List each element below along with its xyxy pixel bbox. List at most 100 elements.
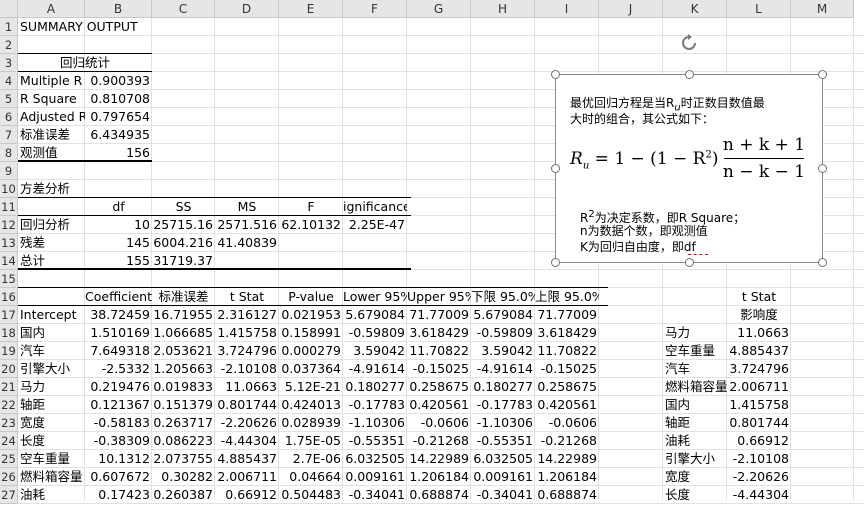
coef-value[interactable]: 2.006711 xyxy=(215,467,279,487)
coef-value[interactable]: 0.219476 xyxy=(85,377,152,397)
row-header[interactable]: 15 xyxy=(0,270,18,288)
anova-row-label[interactable]: 残差 xyxy=(18,233,85,253)
anova-header[interactable]: SS xyxy=(152,197,215,217)
ranking-value[interactable]: 1.415758 xyxy=(727,395,791,415)
anova-value[interactable] xyxy=(279,233,343,253)
coef-header[interactable]: 下限 95.0% xyxy=(471,287,535,307)
row-header[interactable]: 18 xyxy=(0,324,18,342)
ranking-value[interactable]: 0.801744 xyxy=(727,413,791,433)
coef-value[interactable]: 0.180277 xyxy=(471,377,535,397)
ranking-value[interactable]: -2.10108 xyxy=(727,449,791,469)
row-header[interactable]: 24 xyxy=(0,432,18,450)
coef-value[interactable]: 3.618429 xyxy=(407,323,471,343)
coef-value[interactable]: 2.053621 xyxy=(152,341,215,361)
coef-value[interactable]: 0.258675 xyxy=(407,377,471,397)
column-header-j[interactable]: J xyxy=(599,0,663,18)
resize-handle[interactable] xyxy=(818,258,827,267)
coef-row-label[interactable]: 燃料箱容量 xyxy=(18,467,85,487)
column-header-h[interactable]: H xyxy=(471,0,535,18)
ranking-value[interactable]: -2.20626 xyxy=(727,467,791,487)
coef-value[interactable]: -0.55351 xyxy=(471,431,535,451)
coef-value[interactable]: 11.70822 xyxy=(407,341,471,361)
row-header[interactable]: 7 xyxy=(0,126,18,144)
rotate-icon[interactable] xyxy=(680,34,698,52)
column-header-i[interactable]: I xyxy=(535,0,599,18)
coef-value[interactable]: 2.316127 xyxy=(215,305,279,325)
coef-value[interactable]: -0.15025 xyxy=(535,359,599,379)
stat-value[interactable]: 0.900393 xyxy=(85,71,152,91)
coef-value[interactable]: -1.10306 xyxy=(471,413,535,433)
coef-value[interactable]: 1.510169 xyxy=(85,323,152,343)
coef-value[interactable]: -2.10108 xyxy=(215,359,279,379)
column-header-l[interactable]: L xyxy=(727,0,791,18)
resize-handle[interactable] xyxy=(551,258,560,267)
coef-value[interactable]: 6.032505 xyxy=(471,449,535,469)
stat-label[interactable]: R Square xyxy=(18,89,85,109)
coef-value[interactable]: 2.7E-06 xyxy=(279,449,343,469)
coef-value[interactable]: -4.44304 xyxy=(215,431,279,451)
coef-value[interactable]: -0.15025 xyxy=(407,359,471,379)
select-all-corner[interactable] xyxy=(0,0,18,18)
coef-value[interactable]: 0.420561 xyxy=(407,395,471,415)
coef-value[interactable]: 0.66912 xyxy=(215,485,279,505)
coef-value[interactable]: 0.688874 xyxy=(407,485,471,505)
coef-value[interactable]: 6.032505 xyxy=(343,449,407,469)
coef-value[interactable]: -0.59809 xyxy=(343,323,407,343)
coef-value[interactable]: -2.5332 xyxy=(85,359,152,379)
coef-value[interactable]: 0.019833 xyxy=(152,377,215,397)
coef-value[interactable]: 71.77009 xyxy=(535,305,599,325)
column-header-a[interactable]: A xyxy=(18,0,85,18)
coef-value[interactable]: -0.0606 xyxy=(407,413,471,433)
coef-row-label[interactable]: 空车重量 xyxy=(18,449,85,469)
anova-value[interactable]: 10 xyxy=(85,215,152,235)
coef-value[interactable]: 0.30282 xyxy=(152,467,215,487)
ranking-value[interactable]: -4.44304 xyxy=(727,485,791,505)
column-header-k[interactable]: K xyxy=(663,0,727,18)
resize-handle[interactable] xyxy=(551,164,560,173)
coef-value[interactable]: 0.158991 xyxy=(279,323,343,343)
coef-value[interactable]: 3.59042 xyxy=(471,341,535,361)
resize-handle[interactable] xyxy=(818,70,827,79)
coef-value[interactable]: -0.21268 xyxy=(407,431,471,451)
coef-header[interactable]: Coefficients xyxy=(85,287,152,307)
coef-header[interactable]: 上限 95.0% xyxy=(535,287,599,307)
column-header-f[interactable]: F xyxy=(343,0,407,18)
anova-row-label[interactable]: 回归分析 xyxy=(18,215,85,235)
column-header-b[interactable]: B xyxy=(85,0,152,18)
row-header[interactable]: 13 xyxy=(0,234,18,252)
coef-header[interactable]: Lower 95% xyxy=(343,287,407,307)
anova-header[interactable]: MS xyxy=(215,197,279,217)
row-header[interactable]: 10 xyxy=(0,180,18,198)
coef-value[interactable]: 0.009161 xyxy=(343,467,407,487)
coef-value[interactable]: 5.679084 xyxy=(471,305,535,325)
coef-value[interactable]: 0.04664 xyxy=(279,467,343,487)
ranking-header-impact[interactable]: 影响度 xyxy=(727,305,791,325)
row-header[interactable]: 2 xyxy=(0,36,18,54)
ranking-label[interactable]: 宽度 xyxy=(663,467,727,487)
coef-value[interactable]: 0.688874 xyxy=(535,485,599,505)
row-header[interactable]: 23 xyxy=(0,414,18,432)
ranking-value[interactable]: 2.006711 xyxy=(727,377,791,397)
coef-value[interactable]: 0.424013 xyxy=(279,395,343,415)
coef-value[interactable]: -4.91614 xyxy=(343,359,407,379)
anova-header[interactable]: ignificance F xyxy=(343,197,407,217)
coef-row-label[interactable]: 轴距 xyxy=(18,395,85,415)
coef-row-label[interactable]: 汽车 xyxy=(18,341,85,361)
column-header-e[interactable]: E xyxy=(279,0,343,18)
coef-value[interactable]: 2.073755 xyxy=(152,449,215,469)
coef-value[interactable]: 38.72459 xyxy=(85,305,152,325)
row-header[interactable]: 16 xyxy=(0,288,18,306)
row-header[interactable]: 20 xyxy=(0,360,18,378)
ranking-value[interactable]: 3.724796 xyxy=(727,359,791,379)
coef-value[interactable]: -0.34041 xyxy=(471,485,535,505)
column-header-m[interactable]: M xyxy=(791,0,854,18)
coef-value[interactable]: -0.17783 xyxy=(471,395,535,415)
row-header[interactable]: 4 xyxy=(0,72,18,90)
resize-handle[interactable] xyxy=(685,258,694,267)
anova-value[interactable]: 6004.216 xyxy=(152,233,215,253)
coef-value[interactable]: 5.12E-21 xyxy=(279,377,343,397)
coef-value[interactable]: 0.000279 xyxy=(279,341,343,361)
coef-header[interactable]: Upper 95% xyxy=(407,287,471,307)
row-header[interactable]: 12 xyxy=(0,216,18,234)
coef-value[interactable]: 5.679084 xyxy=(343,305,407,325)
